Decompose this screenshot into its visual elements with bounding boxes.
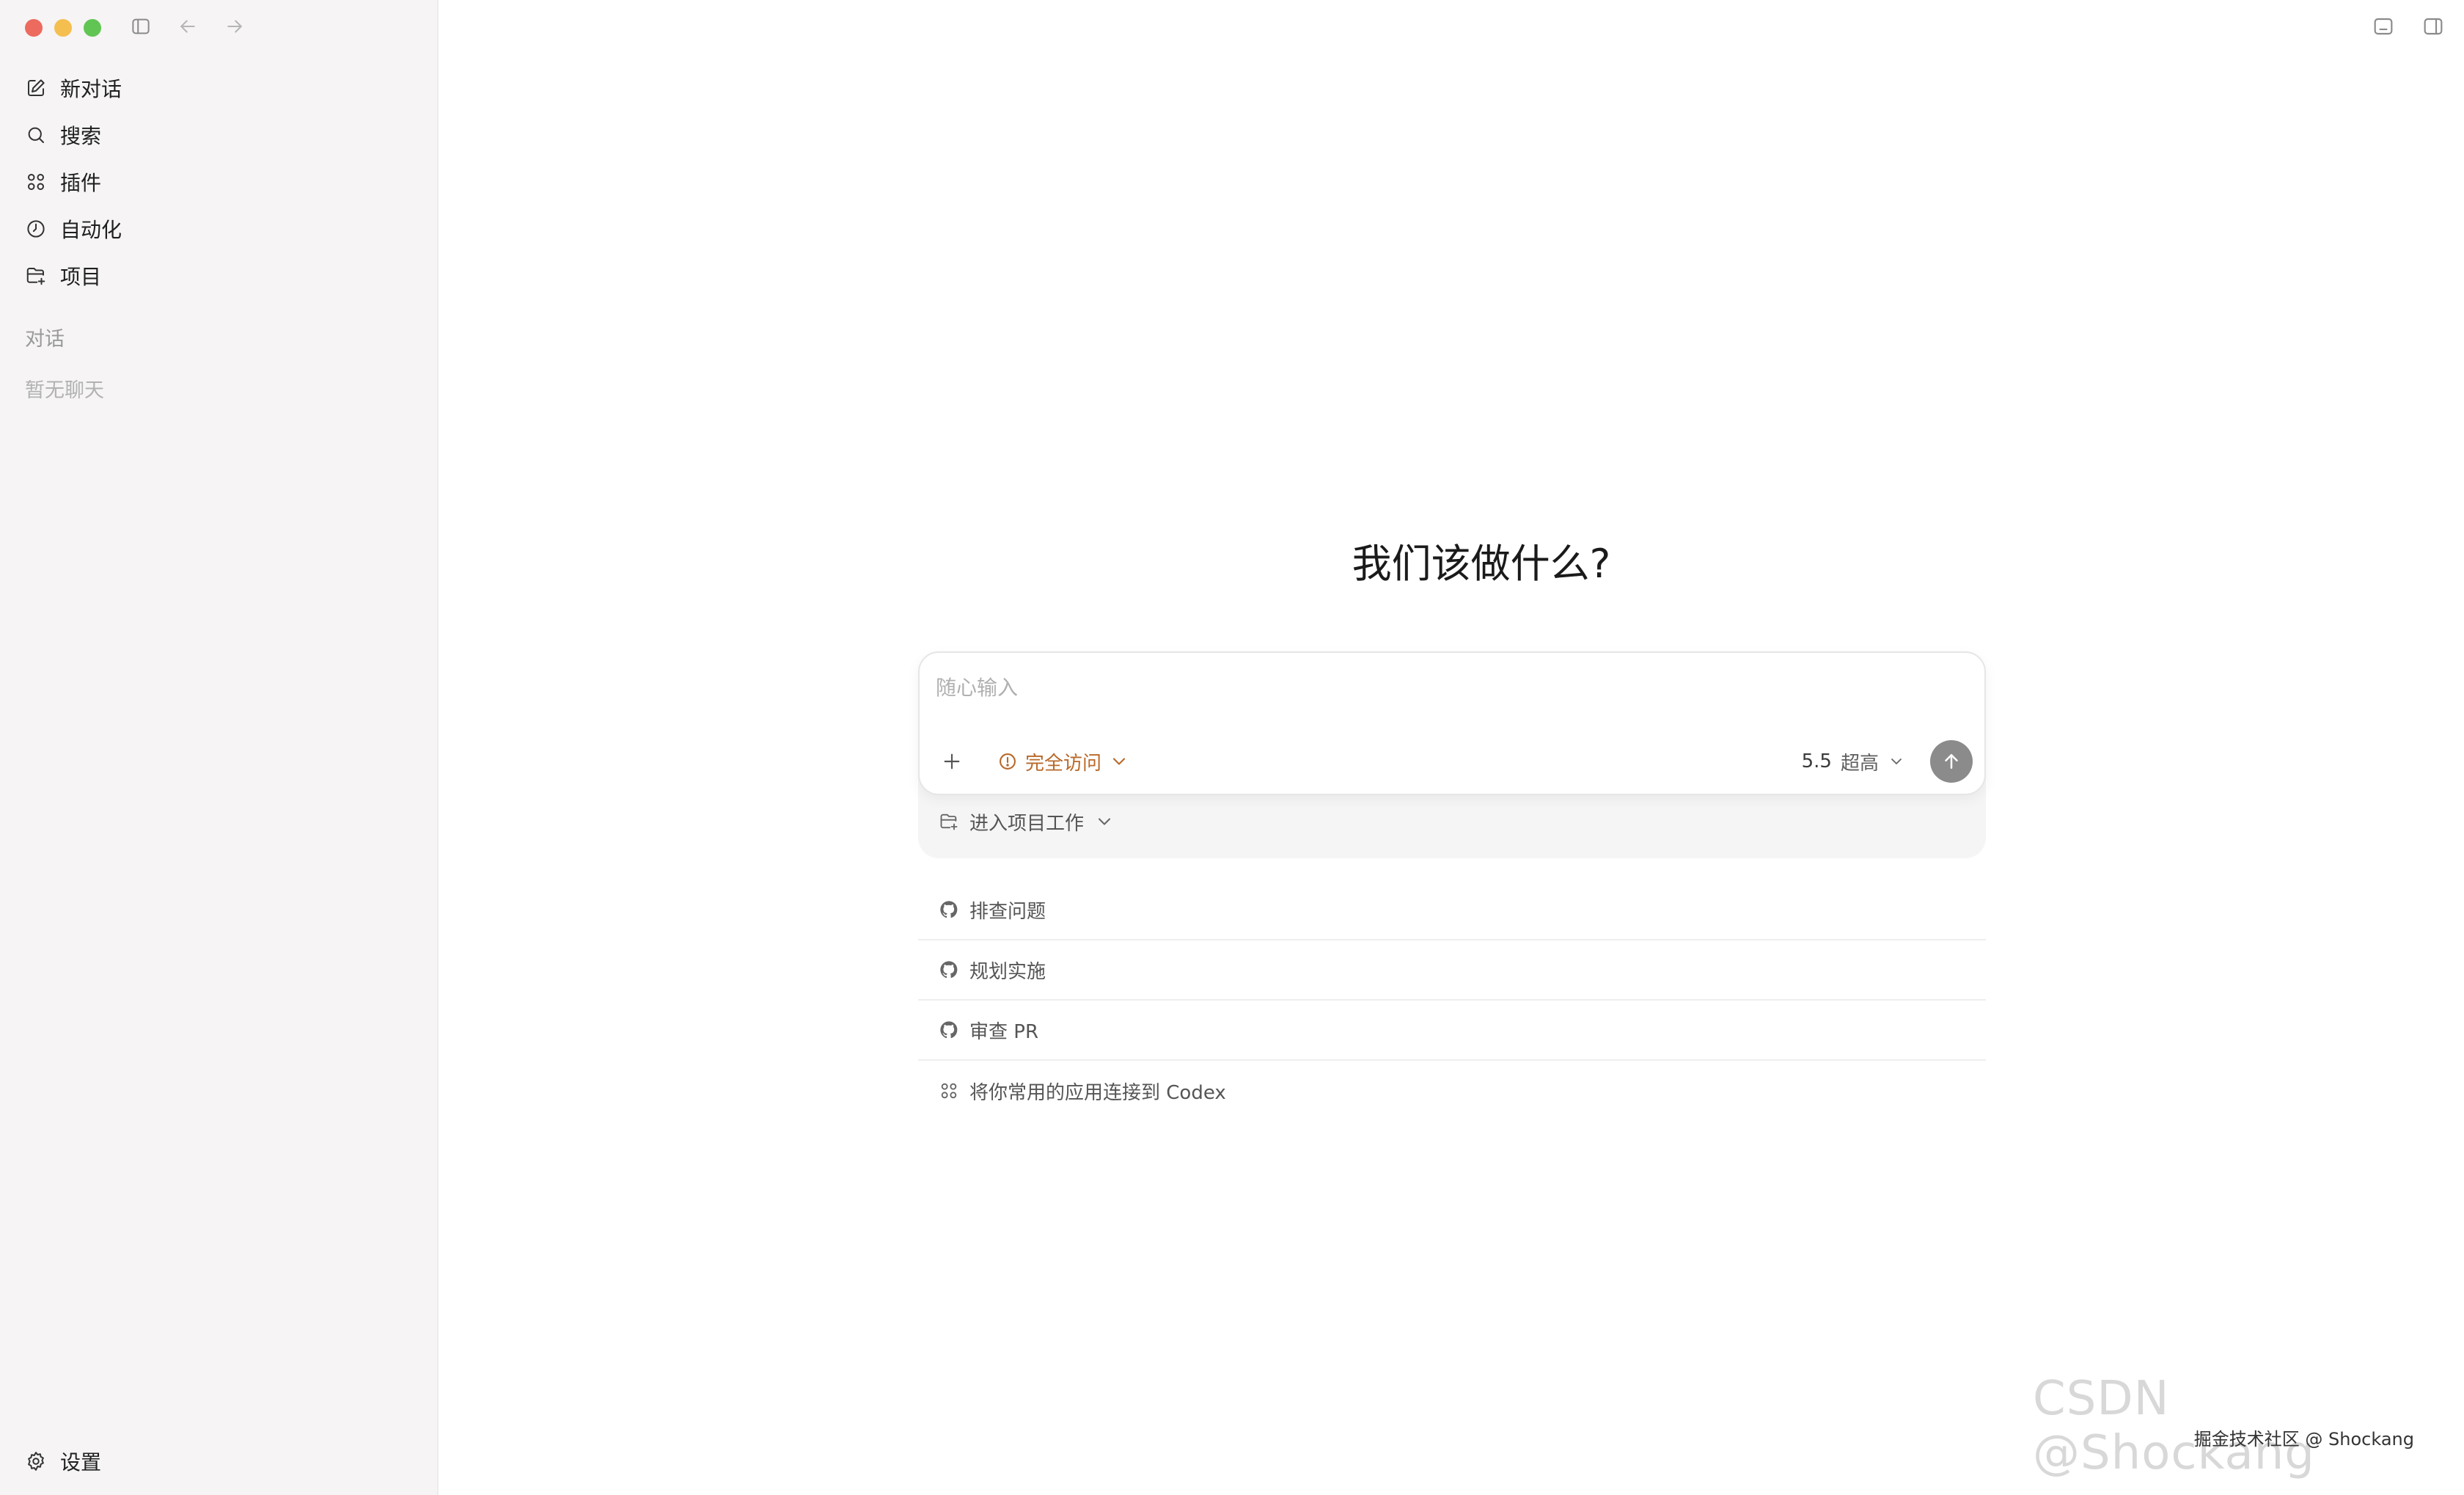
minimize-window-button[interactable]	[54, 19, 72, 37]
folder-plus-icon	[940, 814, 958, 830]
github-icon	[940, 961, 958, 979]
sidebar-item-projects[interactable]: 项目	[22, 252, 422, 299]
terminal-panel-icon[interactable]	[2372, 15, 2395, 38]
sidebar-item-label: 新对话	[60, 77, 122, 101]
chevron-down-icon	[1112, 758, 1126, 765]
arrow-right-icon	[227, 20, 242, 33]
arrow-up-icon	[1945, 754, 1958, 769]
maximize-window-button[interactable]	[84, 19, 101, 37]
grid-icon	[941, 1083, 957, 1099]
model-version: 5.5	[1801, 750, 1832, 772]
suggestion-item[interactable]: 审查 PR	[918, 1001, 1986, 1061]
grid-icon	[28, 174, 44, 190]
sidebar-nav: 新对话 搜索 插件 自动化 项目	[22, 65, 422, 299]
sidebar: 新对话 搜索 插件 自动化 项目 对话 暂无聊天 设置	[0, 0, 439, 1495]
right-panel-icon[interactable]	[2421, 15, 2445, 38]
project-work-dropdown[interactable]: 进入项目工作	[918, 795, 1986, 848]
sidebar-item-automation[interactable]: 自动化	[22, 205, 422, 252]
top-right-toolbar	[2372, 15, 2445, 38]
gear-icon	[28, 1452, 44, 1471]
access-mode-label: 完全访问	[1025, 752, 1102, 775]
folder-plus-icon	[26, 268, 45, 285]
model-quality: 超高	[1840, 752, 1879, 775]
chevron-down-icon	[1891, 759, 1902, 764]
sidebar-item-plugins[interactable]: 插件	[22, 158, 422, 205]
plus-icon	[944, 753, 960, 770]
conversations-section-label: 对话	[25, 328, 65, 351]
suggestion-item[interactable]: 将你常用的应用连接到 Codex	[918, 1061, 1986, 1121]
composer-shell: 完全访问 5.5 超高	[918, 651, 1986, 858]
clock-icon	[27, 220, 45, 238]
sidebar-item-new-chat[interactable]: 新对话	[22, 65, 422, 112]
composer-toolbar: 完全访问 5.5 超高	[936, 740, 1973, 783]
settings-button[interactable]: 设置	[25, 1447, 101, 1476]
sidebar-item-search[interactable]: 搜索	[22, 112, 422, 158]
chevron-down-icon	[1098, 818, 1111, 825]
edit-icon	[28, 79, 45, 96]
arrow-left-icon	[180, 20, 195, 33]
no-chats-label: 暂无聊天	[25, 379, 104, 402]
sidebar-item-label: 插件	[60, 171, 102, 195]
composer: 完全访问 5.5 超高	[918, 651, 1986, 795]
github-icon	[940, 901, 958, 918]
suggestion-item[interactable]: 排查问题	[918, 880, 1986, 940]
project-work-label: 进入项目工作	[969, 812, 1085, 835]
attach-button[interactable]	[936, 745, 968, 778]
watermark-juejin: 掘金技术社区 @ Shockang	[2193, 1429, 2414, 1450]
close-window-button[interactable]	[25, 19, 43, 37]
access-mode-dropdown[interactable]: 完全访问	[997, 748, 1129, 775]
suggestion-list: 排查问题 规划实施 审查 PR 将你常用的应用连接到 Codex	[918, 880, 1986, 1121]
send-button[interactable]	[1930, 740, 1973, 783]
app-window: 新对话 搜索 插件 自动化 项目 对话 暂无聊天 设置 我们该做什么? 随心输入…	[0, 0, 2464, 1495]
toolbar-nav	[128, 13, 248, 40]
toggle-sidebar-button[interactable]	[128, 13, 154, 40]
settings-label: 设置	[60, 1450, 102, 1474]
alert-circle-icon	[1000, 753, 1016, 770]
window-controls	[25, 19, 101, 37]
sidebar-item-label: 项目	[60, 265, 102, 289]
github-icon	[940, 1021, 958, 1039]
watermark: CSDN @Shockang 掘金技术社区 @ Shockang	[2033, 1372, 2443, 1480]
sidebar-item-label: 自动化	[60, 218, 122, 242]
sidebar-item-label: 搜索	[60, 124, 102, 148]
suggestion-label: 规划实施	[969, 960, 1046, 983]
forward-button[interactable]	[221, 13, 248, 40]
suggestion-label: 将你常用的应用连接到 Codex	[969, 1081, 1226, 1104]
back-button[interactable]	[175, 13, 201, 40]
composer-area: 完全访问 5.5 超高	[918, 651, 1986, 1121]
suggestion-item[interactable]: 规划实施	[918, 940, 1986, 1001]
suggestion-label: 排查问题	[969, 900, 1046, 923]
main-panel: 我们该做什么? 完全访问	[440, 0, 2464, 1495]
page-title: 我们该做什么?	[1352, 541, 1611, 587]
suggestion-label: 审查 PR	[969, 1020, 1039, 1043]
model-selector[interactable]: 5.5 超高	[1802, 748, 1905, 775]
sidebar-icon	[132, 18, 150, 34]
search-icon	[28, 127, 44, 143]
prompt-input[interactable]	[936, 669, 1948, 706]
